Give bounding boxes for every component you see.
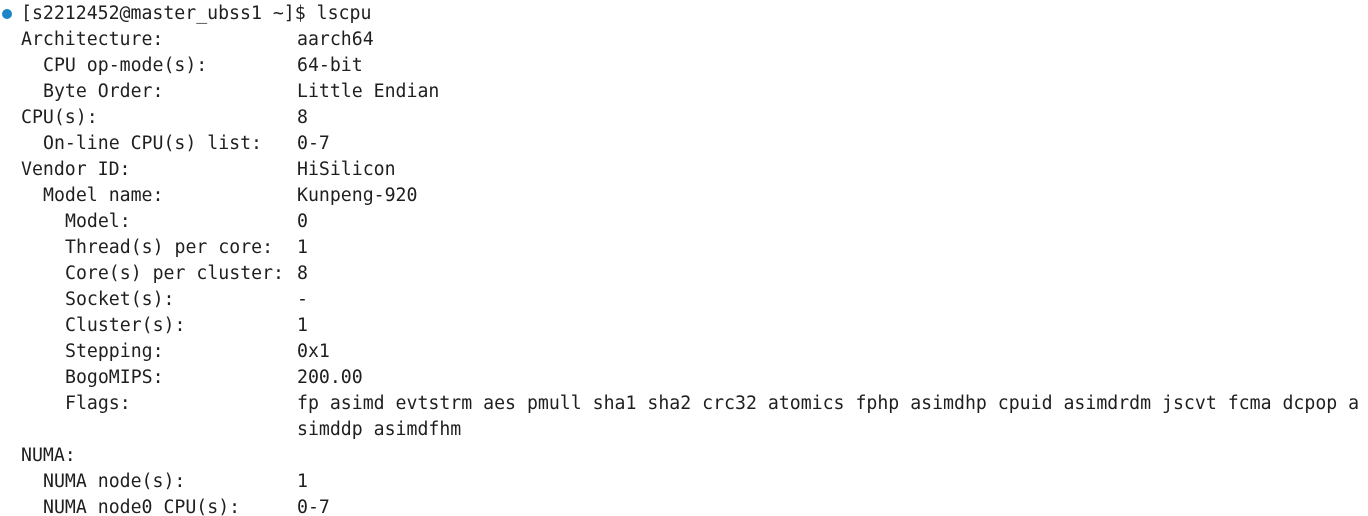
lscpu-field-value: HiSilicon: [297, 159, 396, 180]
lscpu-field-value: 0x1: [297, 341, 330, 362]
prompt-line: [s2212452@master_ubss1 ~]$ lscpu: [0, 1, 1368, 27]
lscpu-row: CPU op-mode(s): 64-bit: [0, 53, 1368, 79]
lscpu-field-name: Stepping:: [65, 341, 164, 362]
lscpu-field-value: -: [297, 289, 308, 310]
lscpu-field-name: Architecture:: [21, 29, 164, 50]
lscpu-row: Byte Order: Little Endian: [0, 79, 1368, 105]
lscpu-field-name: NUMA node0 CPU(s):: [43, 497, 241, 516]
lscpu-row: On-line CPU(s) list: 0-7: [0, 131, 1368, 157]
lscpu-field-name: NUMA node(s):: [43, 471, 186, 492]
lscpu-field-name: Cluster(s):: [65, 315, 186, 336]
lscpu-field-name: On-line CPU(s) list:: [43, 133, 262, 154]
lscpu-field-value: 0: [297, 211, 308, 232]
command-status-dot-icon[interactable]: [2, 9, 12, 19]
lscpu-field-value: 1: [297, 471, 308, 492]
lscpu-field-value: 8: [297, 263, 308, 284]
lscpu-row: Thread(s) per core: 1: [0, 235, 1368, 261]
lscpu-row: Model name: Kunpeng-920: [0, 183, 1368, 209]
lscpu-field-value: Kunpeng-920: [297, 185, 418, 206]
lscpu-field-value: aarch64: [297, 29, 374, 50]
lscpu-field-name: Model:: [65, 211, 131, 232]
lscpu-field-value: simddp asimdfhm: [297, 419, 462, 440]
lscpu-row: Model: 0: [0, 209, 1368, 235]
lscpu-field-name: CPU(s):: [21, 107, 98, 128]
lscpu-field-name: BogoMIPS:: [65, 367, 164, 388]
lscpu-field-name: Model name:: [43, 185, 164, 206]
lscpu-field-value: 0-7: [297, 133, 330, 154]
lscpu-row: Cluster(s): 1: [0, 313, 1368, 339]
lscpu-row: Vendor ID: HiSilicon: [0, 157, 1368, 183]
lscpu-field-name: Byte Order:: [43, 81, 164, 102]
command-prompt: [s2212452@master_ubss1 ~]$ lscpu: [21, 3, 372, 24]
lscpu-field-name: CPU op-mode(s):: [43, 55, 208, 76]
lscpu-field-value: 0-7: [297, 497, 330, 516]
lscpu-row: simddp asimdfhm: [0, 417, 1368, 443]
lscpu-field-value: fp asimd evtstrm aes pmull sha1 sha2 crc…: [297, 393, 1360, 414]
lscpu-row: NUMA node(s): 1: [0, 469, 1368, 495]
lscpu-field-value: 64-bit: [297, 55, 363, 76]
lscpu-field-value: 8: [297, 107, 308, 128]
lscpu-row: Socket(s): -: [0, 287, 1368, 313]
lscpu-row: Stepping: 0x1: [0, 339, 1368, 365]
lscpu-row: Architecture: aarch64: [0, 27, 1368, 53]
lscpu-row: NUMA:: [0, 443, 1368, 469]
lscpu-field-value: 1: [297, 315, 308, 336]
lscpu-field-name: Core(s) per cluster:: [65, 263, 284, 284]
lscpu-field-name: NUMA:: [21, 445, 76, 466]
lscpu-field-value: 1: [297, 237, 308, 258]
lscpu-field-value: 200.00: [297, 367, 363, 388]
terminal-output[interactable]: [s2212452@master_ubss1 ~]$ lscpu Archite…: [0, 0, 1368, 516]
lscpu-field-name: Flags:: [65, 393, 131, 414]
lscpu-field-name: Socket(s):: [65, 289, 175, 310]
lscpu-row: BogoMIPS: 200.00: [0, 365, 1368, 391]
lscpu-field-name: Vendor ID:: [21, 159, 131, 180]
lscpu-row: Core(s) per cluster: 8: [0, 261, 1368, 287]
lscpu-field-name: Thread(s) per core:: [65, 237, 274, 258]
lscpu-row: Flags: fp asimd evtstrm aes pmull sha1 sh…: [0, 391, 1368, 417]
lscpu-row: CPU(s): 8: [0, 105, 1368, 131]
lscpu-row: NUMA node0 CPU(s): 0-7: [0, 495, 1368, 516]
lscpu-field-value: Little Endian: [297, 81, 440, 102]
